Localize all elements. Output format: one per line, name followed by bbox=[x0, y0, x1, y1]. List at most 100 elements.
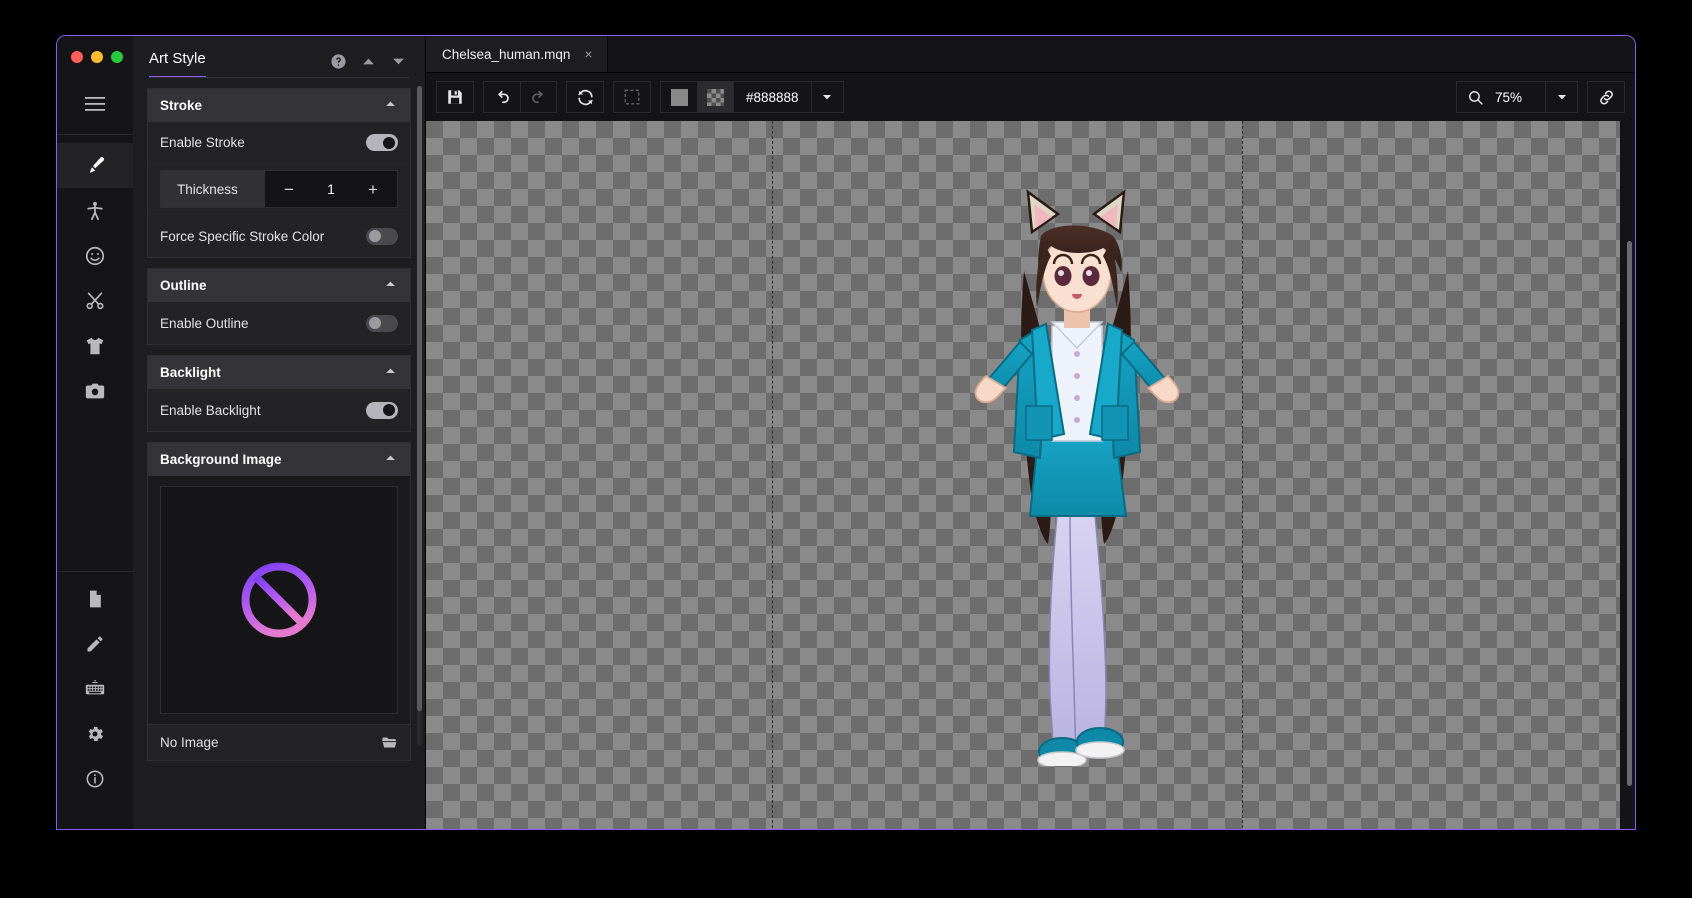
sidebar-item-edit[interactable] bbox=[57, 621, 133, 666]
magnifier-icon bbox=[1467, 89, 1484, 106]
row-enable-outline: Enable Outline bbox=[148, 302, 410, 344]
transparent-background-button[interactable] bbox=[697, 82, 733, 112]
character-preview[interactable] bbox=[946, 176, 1206, 766]
chevron-down-icon[interactable] bbox=[387, 50, 409, 72]
thickness-stepper: Thickness − 1 + bbox=[160, 170, 398, 208]
row-label: Enable Stroke bbox=[160, 135, 245, 150]
thickness-value[interactable]: 1 bbox=[327, 182, 335, 197]
window-minimize-button[interactable] bbox=[91, 51, 103, 63]
rail-divider-bottom bbox=[57, 571, 133, 572]
refresh-group bbox=[566, 81, 604, 113]
sidebar-item-face[interactable] bbox=[57, 233, 133, 278]
enable-backlight-toggle[interactable] bbox=[366, 402, 398, 419]
sidebar-item-clothing[interactable] bbox=[57, 323, 133, 368]
sidebar-item-hair[interactable] bbox=[57, 278, 133, 323]
body-icon bbox=[84, 200, 106, 222]
tab-bar: Chelsea_human.mqn × bbox=[426, 36, 1635, 73]
redo-arrow-icon bbox=[529, 88, 548, 107]
zoom-dropdown-button[interactable] bbox=[1545, 82, 1577, 112]
zoom-magnifier-button[interactable] bbox=[1457, 89, 1493, 106]
sidebar-item-files[interactable] bbox=[57, 576, 133, 621]
panel-scroll-area: Stroke Enable Stroke Thickness − bbox=[133, 78, 425, 829]
stepper-body: − 1 + bbox=[265, 171, 397, 207]
folder-open-icon[interactable] bbox=[381, 734, 398, 751]
section-backlight: Backlight Enable Backlight bbox=[147, 355, 411, 432]
info-icon bbox=[85, 769, 105, 789]
redo-button[interactable] bbox=[520, 82, 556, 112]
section-title: Background Image bbox=[160, 452, 282, 467]
sidebar-item-art-style[interactable] bbox=[57, 143, 133, 188]
tab-close-icon[interactable]: × bbox=[584, 46, 592, 62]
tab-chelsea-human[interactable]: Chelsea_human.mqn × bbox=[426, 36, 608, 72]
editor-toolbar: #888888 75% bbox=[426, 73, 1635, 121]
guide-line-left bbox=[772, 121, 773, 829]
section-header-outline[interactable]: Outline bbox=[148, 269, 410, 302]
row-enable-stroke: Enable Stroke bbox=[148, 122, 410, 164]
section-header-stroke[interactable]: Stroke bbox=[148, 89, 410, 122]
undo-arrow-icon bbox=[493, 88, 512, 107]
window-maximize-button[interactable] bbox=[111, 51, 123, 63]
section-header-backlight[interactable]: Backlight bbox=[148, 356, 410, 389]
save-group bbox=[436, 81, 474, 113]
section-outline: Outline Enable Outline bbox=[147, 268, 411, 345]
keyboard-icon bbox=[84, 678, 106, 700]
pencil-icon bbox=[85, 634, 105, 654]
transparent-canvas[interactable] bbox=[426, 121, 1620, 829]
background-mode-group: #888888 bbox=[660, 81, 844, 113]
canvas-scrollbar-thumb[interactable] bbox=[1627, 241, 1632, 786]
marquee-group bbox=[613, 81, 651, 113]
sidebar-item-hotkeys[interactable] bbox=[57, 666, 133, 711]
force-stroke-color-toggle[interactable] bbox=[366, 228, 398, 245]
gear-icon bbox=[85, 724, 105, 744]
hamburger-menu-button[interactable] bbox=[57, 78, 133, 130]
sidebar-item-settings[interactable] bbox=[57, 711, 133, 756]
sidebar-item-camera[interactable] bbox=[57, 368, 133, 413]
window-close-button[interactable] bbox=[71, 51, 83, 63]
properties-panel: Art Style Stroke bbox=[133, 36, 426, 829]
panel-scrollbar-thumb[interactable] bbox=[417, 86, 422, 711]
save-floppy-icon bbox=[446, 88, 464, 106]
refresh-button[interactable] bbox=[567, 82, 603, 112]
chevron-up-icon[interactable] bbox=[357, 50, 379, 72]
face-icon bbox=[84, 245, 106, 267]
canvas-vertical-scrollbar[interactable] bbox=[1627, 241, 1632, 811]
section-title: Stroke bbox=[160, 98, 202, 113]
section-header-background-image[interactable]: Background Image bbox=[148, 443, 410, 476]
marquee-select-button[interactable] bbox=[614, 82, 650, 112]
hamburger-icon bbox=[85, 97, 105, 111]
stepper-label: Thickness bbox=[161, 171, 265, 207]
panel-header: Art Style bbox=[133, 36, 425, 78]
transparent-checker-swatch-icon bbox=[707, 89, 724, 106]
tab-label: Chelsea_human.mqn bbox=[442, 47, 570, 62]
history-group bbox=[483, 81, 557, 113]
help-circle-icon[interactable] bbox=[327, 50, 349, 72]
chevron-down-icon bbox=[820, 90, 834, 104]
panel-scrollbar[interactable] bbox=[417, 86, 422, 746]
solid-color-swatch-icon bbox=[671, 89, 688, 106]
row-label: Enable Backlight bbox=[160, 403, 261, 418]
save-button[interactable] bbox=[437, 82, 473, 112]
solid-background-button[interactable] bbox=[661, 82, 697, 112]
dashed-selection-icon bbox=[623, 88, 641, 106]
brush-icon bbox=[84, 155, 106, 177]
chevron-up-icon bbox=[383, 450, 398, 470]
thickness-increment-button[interactable]: + bbox=[363, 181, 383, 198]
thickness-decrement-button[interactable]: − bbox=[279, 181, 299, 198]
row-label: Enable Outline bbox=[160, 316, 249, 331]
sidebar-item-body[interactable] bbox=[57, 188, 133, 233]
editor-area: Chelsea_human.mqn × bbox=[426, 36, 1635, 829]
sidebar-item-about[interactable] bbox=[57, 756, 133, 801]
undo-button[interactable] bbox=[484, 82, 520, 112]
background-image-preview[interactable] bbox=[160, 486, 398, 714]
chevron-down-icon bbox=[1555, 90, 1569, 104]
link-group bbox=[1587, 81, 1625, 113]
scissors-icon bbox=[84, 290, 106, 312]
zoom-level-input[interactable]: 75% bbox=[1493, 90, 1545, 105]
enable-stroke-toggle[interactable] bbox=[366, 134, 398, 151]
hex-color-input[interactable]: #888888 bbox=[733, 82, 811, 112]
color-dropdown-button[interactable] bbox=[811, 82, 843, 112]
enable-outline-toggle[interactable] bbox=[366, 315, 398, 332]
link-toggle-button[interactable] bbox=[1588, 82, 1624, 112]
canvas-viewport[interactable] bbox=[426, 121, 1635, 829]
section-stroke: Stroke Enable Stroke Thickness − bbox=[147, 88, 411, 258]
